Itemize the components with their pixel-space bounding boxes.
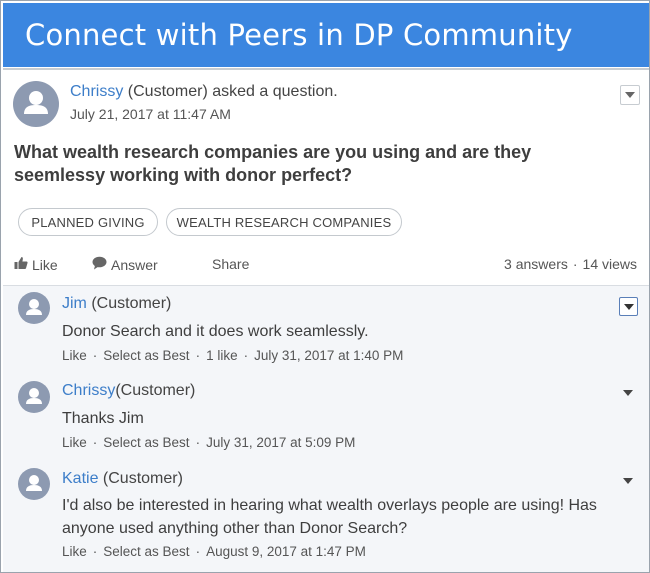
stats-separator: · bbox=[572, 256, 578, 272]
share-button[interactable]: Share bbox=[212, 256, 249, 272]
select-as-best-link[interactable]: Select as Best bbox=[103, 348, 189, 363]
topic-tag-wealth-research[interactable]: WEALTH RESEARCH COMPANIES bbox=[166, 208, 402, 236]
question-author-avatar[interactable] bbox=[13, 81, 59, 127]
thumbs-up-icon bbox=[14, 256, 28, 273]
comment-meta: Like · Select as Best · August 9, 2017 at 1:… bbox=[62, 544, 366, 559]
comment-author: Katie (Customer) bbox=[62, 470, 183, 488]
community-post-frame: Connect with Peers in DP Community Chris… bbox=[0, 0, 650, 573]
user-silhouette-icon bbox=[26, 475, 42, 491]
chevron-down-icon bbox=[623, 390, 633, 396]
question-stats: 3 answers · 14 views bbox=[504, 256, 637, 272]
comment-author-link[interactable]: Katie bbox=[62, 470, 98, 487]
answers-section: Jim (Customer) Donor Search and it does … bbox=[3, 285, 649, 572]
comment-timestamp[interactable]: July 31, 2017 at 5:09 PM bbox=[206, 435, 355, 450]
comment-author-role: (Customer) bbox=[102, 470, 183, 487]
answers-count: 3 answers bbox=[504, 256, 568, 272]
speech-bubble-icon bbox=[92, 256, 107, 273]
comment-menu-button[interactable] bbox=[623, 478, 633, 484]
comment-text: I'd also be interested in hearing what w… bbox=[62, 497, 597, 537]
user-silhouette-icon bbox=[26, 299, 42, 315]
comment-author-avatar[interactable] bbox=[18, 381, 50, 413]
question-timestamp[interactable]: July 21, 2017 at 11:47 AM bbox=[70, 106, 231, 122]
answer-button[interactable]: Answer bbox=[92, 256, 158, 273]
share-label: Share bbox=[212, 256, 250, 272]
select-as-best-link[interactable]: Select as Best bbox=[103, 435, 189, 450]
topic-tag-planned-giving[interactable]: PLANNED GIVING bbox=[18, 208, 158, 236]
views-count: 14 views bbox=[582, 256, 637, 272]
user-silhouette-icon bbox=[24, 91, 48, 114]
like-label: Like bbox=[32, 256, 58, 273]
comment-like-link[interactable]: Like bbox=[62, 348, 87, 363]
question-action-text: asked a question. bbox=[207, 83, 338, 100]
comment-text: Donor Search and it does work seamlessly… bbox=[62, 323, 369, 340]
comment-author: Chrissy(Customer) bbox=[62, 382, 195, 400]
question-title: What wealth research companies are you u… bbox=[14, 142, 532, 185]
question-menu-button[interactable] bbox=[620, 85, 640, 105]
banner-divider bbox=[3, 68, 649, 70]
chevron-down-icon bbox=[623, 303, 634, 310]
question-author-link[interactable]: Chrissy bbox=[70, 83, 123, 100]
comment-meta: Like · Select as Best · July 31, 2017 at 5:0… bbox=[62, 435, 356, 450]
user-silhouette-icon bbox=[26, 388, 42, 404]
comment-author-role: (Customer) bbox=[91, 295, 172, 312]
comment-author-role: (Customer) bbox=[115, 382, 196, 399]
page-banner: Connect with Peers in DP Community bbox=[3, 3, 649, 67]
comment-menu-button[interactable] bbox=[623, 390, 633, 396]
comment-menu-button[interactable] bbox=[619, 297, 638, 316]
chevron-down-icon bbox=[623, 478, 633, 484]
comment-author: Jim (Customer) bbox=[62, 295, 171, 313]
comment-like-link[interactable]: Like bbox=[62, 544, 87, 559]
comment-author-avatar[interactable] bbox=[18, 292, 50, 324]
comment-like-link[interactable]: Like bbox=[62, 435, 87, 450]
comment-text: Thanks Jim bbox=[62, 410, 144, 427]
answer-label: Answer bbox=[111, 256, 158, 273]
comment-timestamp[interactable]: August 9, 2017 at 1:47 PM bbox=[206, 544, 366, 559]
comment-meta: Like · Select as Best · 1 like · July 31, 2017… bbox=[62, 348, 404, 363]
banner-title: Connect with Peers in DP Community bbox=[25, 18, 573, 52]
select-as-best-link[interactable]: Select as Best bbox=[103, 544, 189, 559]
comment-author-link[interactable]: Chrissy bbox=[62, 382, 115, 399]
question-byline: Chrissy (Customer) asked a question. bbox=[70, 83, 338, 101]
like-button[interactable]: Like bbox=[14, 256, 58, 273]
question-author-role: (Customer) bbox=[127, 83, 208, 100]
comment-timestamp[interactable]: July 31, 2017 at 1:40 PM bbox=[254, 348, 403, 363]
chevron-down-icon bbox=[625, 92, 635, 98]
comment-author-link[interactable]: Jim bbox=[62, 295, 87, 312]
comment-author-avatar[interactable] bbox=[18, 468, 50, 500]
comment-like-count[interactable]: 1 like bbox=[206, 348, 238, 363]
